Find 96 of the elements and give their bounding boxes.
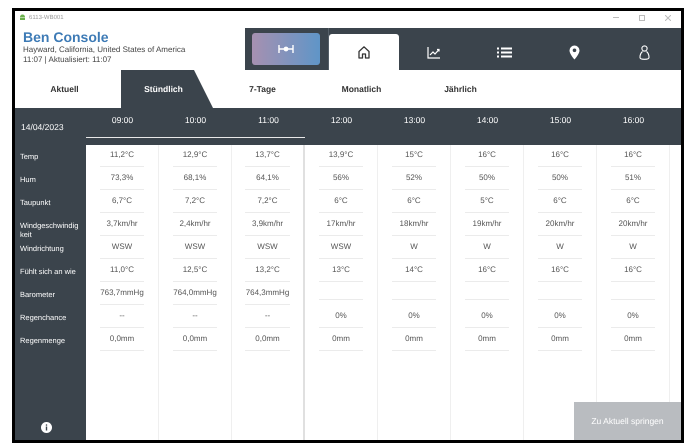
table-cell: 6,7°C [112, 196, 132, 206]
table-cell: 13,7°C [255, 150, 280, 160]
table-cell: 6°C [334, 196, 348, 206]
table-cell: 764,3mmHg [246, 288, 290, 298]
table-cell: 16°C [624, 150, 642, 160]
table-cell: 73,3% [110, 173, 134, 183]
station-location: Hayward, California, United States of America [23, 45, 186, 55]
home-icon [357, 45, 371, 59]
table-cell: 20km/hr [546, 219, 574, 229]
table-cell: 16°C [624, 265, 642, 275]
table-cell: 0% [481, 311, 493, 321]
hour-label: 12:00 [330, 115, 352, 126]
table-cell: 18km/hr [400, 219, 428, 229]
table-cell: 19km/hr [472, 219, 502, 229]
gauge-tile[interactable] [252, 33, 320, 65]
table-cell: 14°C [405, 265, 423, 275]
table-cell: 3,9km/hr [252, 219, 284, 229]
period-tab[interactable]: Jährlich [411, 70, 510, 108]
table-cell: 12,5°C [182, 265, 208, 275]
table-cell: 12,9°C [182, 150, 208, 160]
table-cell: 16°C [478, 265, 496, 275]
table-cell: 7,2°C [184, 196, 206, 206]
table-cell: 764,0mmHg [173, 288, 217, 298]
table-cell: 13,9°C [328, 150, 354, 160]
table-cell: 15°C [405, 150, 423, 160]
table-cell: 51% [624, 173, 641, 183]
hour-label: 15:00 [550, 115, 572, 126]
table-cell: -- [119, 311, 125, 321]
hour-label: 13:00 [404, 115, 426, 126]
table-cell: -- [264, 311, 270, 321]
hour-label: 16:00 [622, 115, 644, 126]
table-cell: 11,2°C [110, 150, 134, 160]
gauge-icon [278, 44, 294, 54]
table-cell: 50% [552, 173, 568, 183]
table-cell: 0mm [624, 334, 642, 344]
table-cell: 763,7mmHg [100, 288, 144, 298]
table-cell: -- [192, 311, 198, 321]
table-cell: 13°C [332, 265, 350, 275]
table-cell: W [556, 242, 564, 252]
period-tab[interactable]: 7-Tage [213, 70, 312, 108]
station-name: Ben Console [23, 29, 110, 45]
hour-label: 11:00 [258, 115, 279, 126]
date-label: 14/04/2023 [21, 122, 64, 132]
table-cell: 6°C [407, 196, 421, 206]
info-icon[interactable] [41, 422, 52, 433]
table-cell: 11,0°C [110, 265, 134, 275]
table-cell: 6°C [626, 196, 640, 206]
maximize-icon [639, 14, 645, 20]
period-tab[interactable]: Aktuell [15, 70, 114, 108]
table-cell: 0% [408, 311, 420, 321]
table-cell: 20km/hr [618, 219, 648, 229]
table-cell: WSW [112, 242, 132, 252]
table-cell: W [483, 242, 491, 252]
table-cell: 0% [554, 311, 566, 321]
table-cell: W [410, 242, 418, 252]
table-cell: 5°C [480, 196, 494, 206]
hour-label: 09:00 [112, 115, 134, 126]
table-cell: 64,1% [256, 173, 279, 183]
table-cell: 0mm [551, 334, 569, 344]
table-cell: 52% [406, 173, 422, 183]
table-cell: 0% [627, 311, 639, 321]
table-cell: 0,0mm [110, 334, 134, 344]
hour-label: 10:00 [184, 115, 206, 126]
list-icon [496, 46, 512, 58]
nav-button[interactable] [329, 34, 399, 70]
table-cell: 3,7km/hr [106, 219, 138, 229]
table-cell: 16°C [478, 150, 496, 160]
table-cell: 0mm [332, 334, 350, 344]
update-time: 11:07 | Aktualisiert: 11:07 [23, 55, 113, 65]
table-cell: 0mm [405, 334, 423, 344]
table-cell: WSW [184, 242, 206, 252]
table-cell: 0,0mm [182, 334, 208, 344]
table-cell: WSW [257, 242, 278, 252]
table-cell: 0% [335, 311, 347, 321]
table-cell: 16°C [551, 150, 569, 160]
period-tab[interactable]: Monatlich [312, 70, 411, 108]
location-pin-icon [568, 44, 580, 60]
table-cell: 68,1% [184, 173, 206, 183]
table-cell: 50% [478, 173, 495, 183]
table-cell: 56% [332, 173, 349, 183]
android-icon [19, 14, 26, 21]
table-cell: 7,2°C [257, 196, 278, 206]
table-cell: 0mm [478, 334, 496, 344]
table-cell: 16°C [551, 265, 569, 275]
chart-icon [427, 46, 441, 58]
close-icon [665, 14, 671, 20]
table-cell: 2,4km/hr [179, 219, 211, 229]
table-cell: 13,2°C [255, 265, 280, 275]
table-cell: 17km/hr [326, 219, 356, 229]
table-cell: W [629, 242, 637, 252]
table-cell: 0,0mm [255, 334, 280, 344]
table-cell: WSW [330, 242, 352, 252]
person-icon [638, 44, 650, 60]
minimize-icon [613, 17, 619, 18]
hour-label: 14:00 [476, 115, 498, 126]
table-cell: 6°C [553, 196, 567, 206]
